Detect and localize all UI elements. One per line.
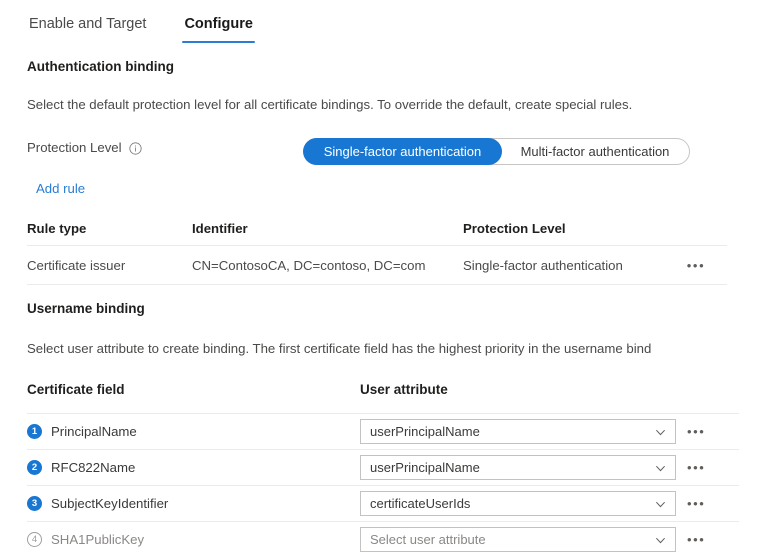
column-header-identifier: Identifier [192,220,248,236]
authentication-binding-description: Select the default protection level for … [27,97,633,112]
cell-actions: ••• [676,258,716,273]
user-attribute-select[interactable]: userPrincipalName [360,419,676,444]
cell-identifier: CN=ContosoCA, DC=contoso, DC=com [192,257,426,273]
table-row[interactable]: Certificate issuer CN=ContosoCA, DC=cont… [27,246,727,285]
protection-level-row: Protection Level Single-factor authentic… [0,138,767,165]
chevron-down-icon [655,462,666,473]
segment-multi-factor[interactable]: Multi-factor authentication [501,139,689,164]
user-attribute-select[interactable]: Select user attribute [360,527,676,552]
priority-badge: 3 [27,496,42,511]
username-binding-header: Certificate field User attribute [27,382,727,397]
chevron-down-icon [655,498,666,509]
tab-label: Configure [184,16,253,32]
segment-single-factor[interactable]: Single-factor authentication [304,139,501,164]
priority-badge: 2 [27,460,42,475]
more-options-icon[interactable]: ••• [687,533,705,546]
cell-rule-type: Certificate issuer [27,257,126,273]
column-header-protection-level: Protection Level [463,220,566,236]
certificate-field-label: SHA1PublicKey [51,532,145,547]
chevron-down-icon [655,534,666,545]
segment-label: Multi-factor authentication [520,144,670,159]
user-attribute-value: userPrincipalName [370,460,480,475]
authentication-binding-title: Authentication binding [27,59,174,74]
rules-table: Rule type Identifier Protection Level Ce… [27,211,727,285]
more-options-icon[interactable]: ••• [687,259,705,272]
user-attribute-value: userPrincipalName [370,424,480,439]
column-header-rule-type: Rule type [27,220,87,236]
list-item[interactable]: 4 SHA1PublicKey Select user attribute ••… [27,521,739,552]
username-binding-title: Username binding [27,301,145,316]
priority-badge: 4 [27,532,42,547]
user-attribute-placeholder: Select user attribute [370,532,486,547]
user-attribute-value: certificateUserIds [370,496,471,511]
protection-level-segmented-control[interactable]: Single-factor authentication Multi-facto… [304,138,690,165]
certificate-field-label: PrincipalName [51,424,137,439]
list-item[interactable]: 3 SubjectKeyIdentifier certificateUserId… [27,485,739,521]
list-item[interactable]: 2 RFC822Name userPrincipalName ••• [27,449,739,485]
column-header-certificate-field: Certificate field [27,382,125,397]
user-attribute-select[interactable]: certificateUserIds [360,491,676,516]
tab-label: Enable and Target [29,16,147,32]
tab-enable-and-target[interactable]: Enable and Target [27,14,148,43]
column-header-user-attribute: User attribute [360,382,448,397]
more-options-icon[interactable]: ••• [687,425,705,438]
info-icon[interactable] [128,142,142,155]
protection-level-label: Protection Level [27,140,122,155]
tab-configure[interactable]: Configure [182,14,256,43]
add-rule-label: Add rule [36,181,86,196]
username-binding-list: 1 PrincipalName userPrincipalName ••• 2 … [27,413,739,552]
tab-bar: Enable and Target Configure [0,0,767,44]
user-attribute-select[interactable]: userPrincipalName [360,455,676,480]
priority-badge: 1 [27,424,42,439]
configure-page: Enable and Target Configure Authenticati… [0,0,767,552]
certificate-field-label: RFC822Name [51,460,136,475]
more-options-icon[interactable]: ••• [687,497,705,510]
list-item[interactable]: 1 PrincipalName userPrincipalName ••• [27,413,739,449]
certificate-field-label: SubjectKeyIdentifier [51,496,169,511]
add-rule-link[interactable]: Add rule [36,181,85,196]
more-options-icon[interactable]: ••• [687,461,705,474]
cell-protection-level: Single-factor authentication [463,257,623,273]
username-binding-description: Select user attribute to create binding.… [27,341,652,356]
rules-table-header: Rule type Identifier Protection Level [27,211,727,246]
protection-level-label-group: Protection Level [27,140,142,155]
chevron-down-icon [655,426,666,437]
segment-label: Single-factor authentication [323,144,482,159]
